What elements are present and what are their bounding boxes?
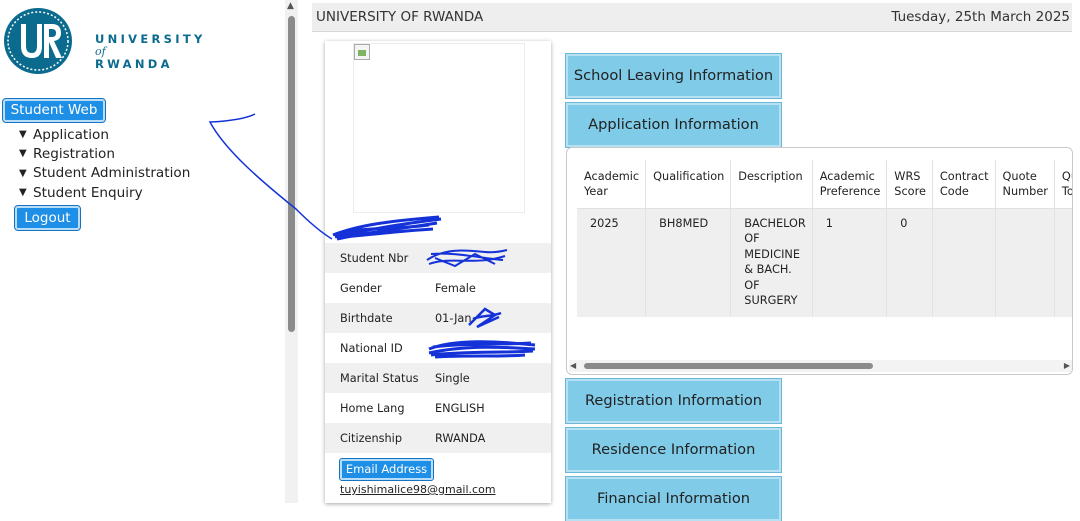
column-header: Qualification [645, 160, 732, 208]
chevron-down-icon: ▼ [19, 148, 27, 160]
chevron-down-icon: ▼ [19, 187, 27, 199]
profile-row-home-lang: Home Lang ENGLISH [325, 393, 551, 423]
column-header: Description [730, 160, 813, 208]
field-label: Birthdate [340, 312, 393, 325]
profile-row-student-nbr: Student Nbr [325, 243, 551, 273]
column-header: WRS Score [886, 160, 933, 208]
menu-item-student-administration[interactable]: ▼ Student Administration [19, 164, 190, 183]
application-info-panel: Academic Year Qualification Description … [566, 147, 1073, 375]
column-header: Quote Number [995, 160, 1055, 208]
menu-item-student-enquiry[interactable]: ▼ Student Enquiry [19, 183, 190, 202]
sidebar-menu: ▼ Application ▼ Registration ▼ Student A… [19, 125, 190, 202]
table-row: 2025 BH8MED BACHELOR OF MEDICINE & BACH.… [577, 207, 1072, 317]
field-value: RWANDA [435, 432, 486, 445]
field-label: Home Lang [340, 402, 405, 415]
table-cell [1054, 207, 1072, 317]
profile-row-birthdate: Birthdate 01-Jan [325, 303, 551, 333]
profile-row-marital-status: Marital Status Single [325, 363, 551, 393]
email-address-button[interactable]: Email Address [339, 458, 434, 481]
field-label: Citizenship [340, 432, 402, 445]
logout-button[interactable]: Logout [14, 205, 81, 231]
menu-item-application[interactable]: ▼ Application [19, 125, 190, 144]
redaction-scribble [426, 249, 508, 268]
table-cell: 2025 [577, 207, 647, 317]
menu-item-registration[interactable]: ▼ Registration [19, 144, 190, 163]
profile-row-gender: Gender Female [325, 273, 551, 303]
student-web-button[interactable]: Student Web [2, 98, 106, 123]
table-cell: 0 [886, 207, 933, 317]
column-header: Quote Total [1054, 160, 1072, 208]
financial-info-button[interactable]: Financial Information [565, 476, 782, 521]
menu-item-label: Student Enquiry [33, 184, 143, 201]
sidebar-scrollbar[interactable]: ▲ [285, 0, 298, 503]
scroll-up-arrow-icon[interactable]: ▲ [287, 2, 294, 11]
table-cell: 1 [812, 207, 888, 317]
field-value: ENGLISH [435, 402, 485, 415]
menu-item-label: Application [33, 126, 109, 143]
chevron-down-icon: ▼ [19, 129, 27, 141]
column-header: Academic Year [577, 160, 647, 208]
broken-image-icon [354, 44, 370, 60]
scroll-left-arrow-icon[interactable]: ◀ [570, 361, 576, 370]
field-label: National ID [340, 342, 403, 355]
pen-annotation-line [208, 113, 333, 240]
ur-emblem-icon [4, 8, 72, 74]
current-date: Tuesday, 25th March 2025 [891, 9, 1070, 25]
field-label: Marital Status [340, 372, 419, 385]
scrollbar-thumb[interactable] [584, 363, 873, 369]
profile-row-national-id: National ID [325, 333, 551, 363]
table-header-row: Academic Year Qualification Description … [577, 160, 1072, 208]
table-cell [932, 207, 996, 317]
redaction-scribble [428, 340, 536, 359]
email-link[interactable]: tuyishimalice98@gmail.com [340, 483, 496, 496]
field-value: Single [435, 372, 470, 385]
table-cell: BACHELOR OF MEDICINE & BACH. OF SURGERY [730, 207, 813, 317]
logo-line2: RWANDA [95, 57, 173, 71]
university-logo: UNIVERSITY of RWANDA [2, 6, 202, 80]
school-leaving-info-button[interactable]: School Leaving Information [565, 53, 782, 99]
university-title: UNIVERSITY OF RWANDA [316, 9, 484, 25]
student-photo [353, 43, 525, 213]
redaction-scribble [468, 307, 502, 329]
registration-info-button[interactable]: Registration Information [565, 378, 782, 424]
sidebar: UNIVERSITY of RWANDA Student Web ▼ Appli… [0, 0, 298, 503]
table-horizontal-scrollbar[interactable]: ◀ ▶ [569, 360, 1072, 372]
table-cell [995, 207, 1055, 317]
logo-line1: UNIVERSITY [95, 32, 206, 46]
menu-item-label: Student Administration [33, 165, 191, 182]
name-redaction-scribble [332, 215, 442, 241]
column-header: Academic Preference [812, 160, 888, 208]
chevron-down-icon: ▼ [19, 167, 27, 179]
column-header: Contract Code [932, 160, 996, 208]
field-label: Gender [340, 282, 382, 295]
top-bar: UNIVERSITY OF RWANDA Tuesday, 25th March… [312, 3, 1072, 32]
residence-info-button[interactable]: Residence Information [565, 427, 782, 473]
field-label: Student Nbr [340, 252, 409, 265]
scroll-right-arrow-icon[interactable]: ▶ [1064, 361, 1070, 370]
application-table: Academic Year Qualification Description … [577, 160, 1072, 317]
field-value: Female [435, 282, 476, 295]
profile-row-citizenship: Citizenship RWANDA [325, 423, 551, 453]
application-info-button[interactable]: Application Information [565, 102, 782, 148]
logo-text: UNIVERSITY of RWANDA [95, 33, 206, 70]
menu-item-label: Registration [33, 145, 115, 162]
student-profile-card: Student Nbr Gender Female Birthdate 01-J… [325, 41, 551, 503]
table-cell: BH8MED [645, 207, 732, 317]
